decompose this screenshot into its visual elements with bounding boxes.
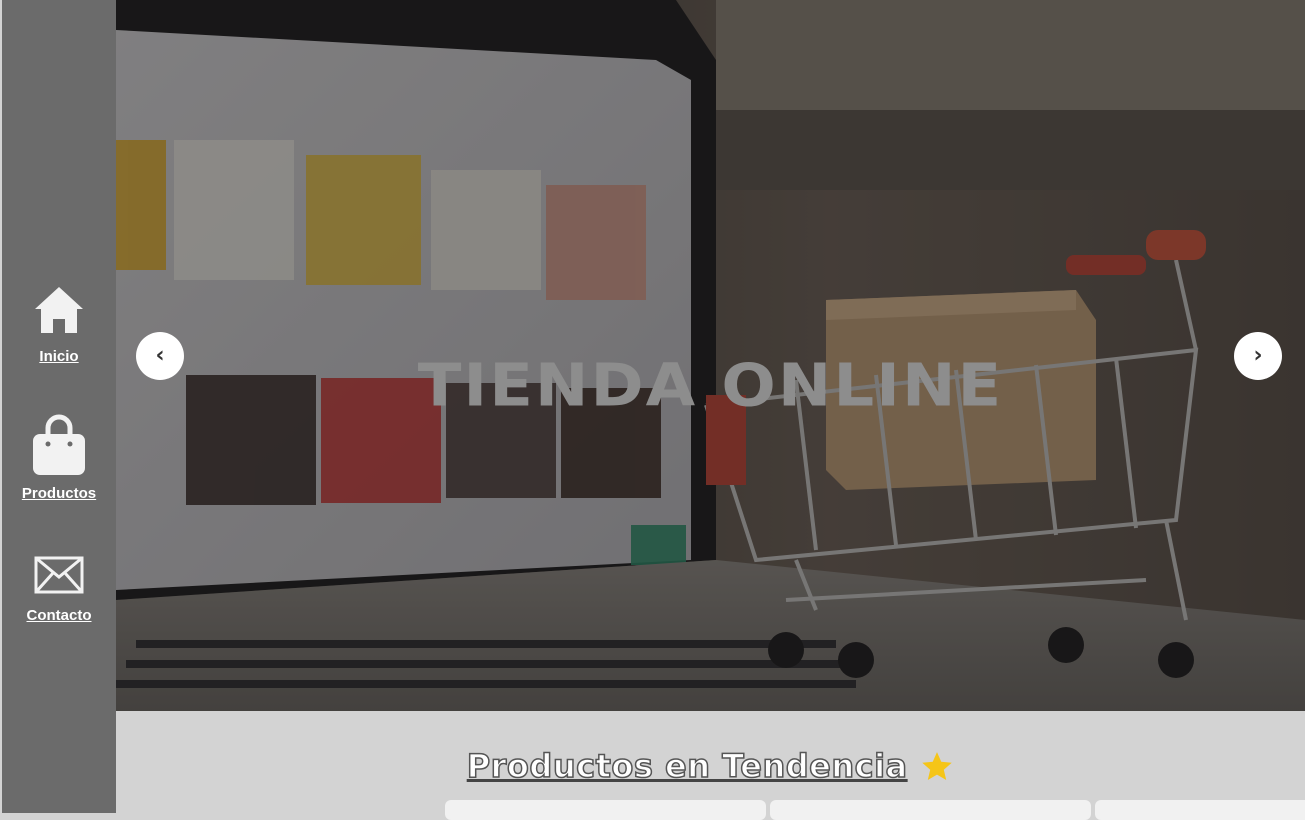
sidebar-item-label: Inicio [39,348,79,365]
star-icon [920,750,954,791]
sidebar-item-label: Contacto [26,607,92,624]
trending-heading: Productos en Tendencia [116,746,1305,791]
product-card[interactable] [445,800,766,820]
trending-section: Productos en Tendencia [116,711,1305,820]
trending-title[interactable]: Productos en Tendencia [466,746,908,786]
carousel-next-button[interactable]: › [1234,332,1282,380]
shopping-bag-icon [2,414,116,481]
product-card[interactable] [1095,800,1305,820]
sidebar-item-productos[interactable]: Productos [2,414,116,502]
hero-title: TIENDA ONLINE [417,351,1004,420]
sidebar-item-contacto[interactable]: Contacto [2,556,116,624]
carousel-prev-button[interactable]: ‹ [136,332,184,380]
sidebar-nav: Inicio Productos Contacto [2,0,116,813]
envelope-icon [2,556,116,599]
hero-carousel: TIENDA ONLINE ‹ › [116,0,1305,711]
sidebar-item-inicio[interactable]: Inicio [2,285,116,365]
product-card[interactable] [770,800,1091,820]
sidebar-item-label: Productos [21,485,97,502]
home-icon [2,285,116,340]
